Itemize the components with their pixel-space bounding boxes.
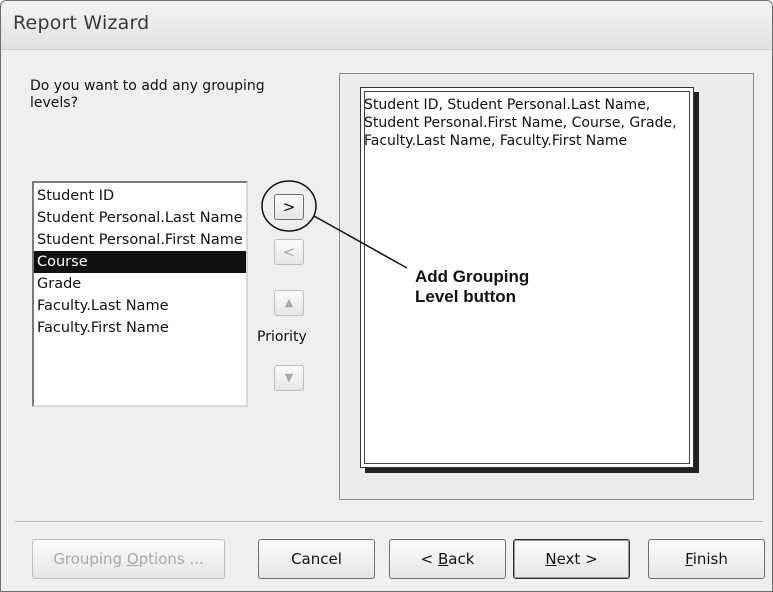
callout-overlay [261,180,408,269]
cancel-button[interactable]: Cancel [258,539,375,579]
callout-pointer-line [313,215,408,269]
report-wizard-window: Report Wizard Do you want to add any gro… [0,0,773,592]
next-button[interactable]: Next > [513,539,630,579]
back-button[interactable]: < Back [389,539,506,579]
finish-button[interactable]: Finish [648,539,765,579]
callout-circle [261,180,317,232]
grouping-options-button[interactable]: Grouping Options ... [32,539,225,579]
footer-separator [15,521,763,523]
